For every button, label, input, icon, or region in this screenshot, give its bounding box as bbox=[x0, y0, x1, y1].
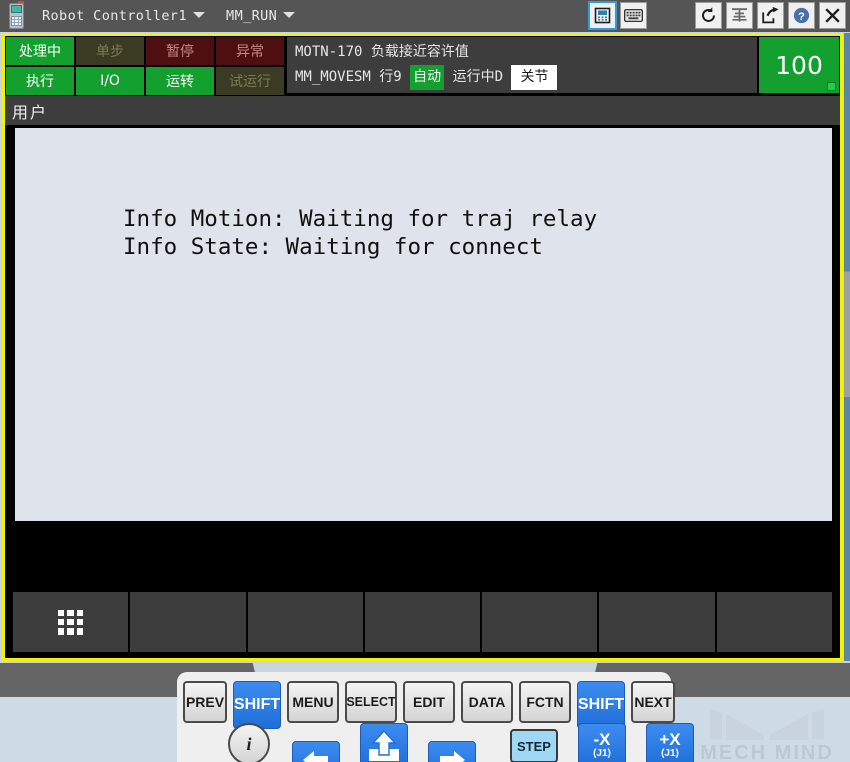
controller-name: Robot Controller1 bbox=[42, 8, 187, 24]
select-key[interactable]: SELECT bbox=[345, 681, 397, 723]
shift-right-key[interactable]: SHIFT bbox=[577, 681, 625, 729]
pendant-window: Robot Controller1 MM_RUN ? 处理中 单步 暂停 异常 … bbox=[0, 0, 850, 762]
next-key[interactable]: NEXT bbox=[631, 681, 675, 723]
status-zhixing: 执行 bbox=[6, 67, 74, 95]
controller-dropdown-caret-icon[interactable] bbox=[192, 12, 205, 18]
jog-plus-x-key[interactable]: +X (J1) bbox=[646, 723, 694, 762]
status-yichang: 异常 bbox=[216, 37, 284, 65]
arrow-right-key[interactable] bbox=[428, 741, 476, 762]
close-icon[interactable] bbox=[819, 2, 846, 29]
speed-override-badge[interactable]: 100 bbox=[759, 37, 839, 93]
status-yunzhuan: 运转 bbox=[146, 67, 214, 95]
jog-minus-x-key[interactable]: -X (J1) bbox=[578, 723, 626, 762]
coord-badge: 关节 bbox=[511, 65, 558, 90]
status-message-panel: MOTN-170 负载接近容许值 MM_MOVESM 行9 自动 运行中D 关节 bbox=[287, 37, 757, 93]
arrow-left-key[interactable] bbox=[292, 741, 340, 762]
jog-plus-x-axis: (J1) bbox=[661, 748, 679, 759]
softkey-7[interactable] bbox=[716, 592, 832, 652]
pendant-lower-body: MECH MIND PREV SHIFT MENU SELECT EDIT DA… bbox=[0, 663, 850, 762]
status-indicator-grid: 处理中 单步 暂停 异常 执行 I/O 运转 试运行 bbox=[5, 36, 285, 95]
alarm-message: MOTN-170 负载接近容许值 bbox=[295, 44, 469, 60]
jog-plus-x-label: +X bbox=[659, 730, 681, 749]
softkey-4[interactable] bbox=[364, 592, 481, 652]
mode-badge: 自动 bbox=[410, 65, 445, 90]
softkey-3[interactable] bbox=[247, 592, 363, 652]
help-icon[interactable]: ? bbox=[788, 2, 815, 29]
robot-antenna-icon[interactable] bbox=[726, 2, 753, 29]
title-bar: Robot Controller1 MM_RUN ? bbox=[0, 0, 850, 32]
softkey-bar bbox=[13, 592, 832, 652]
info-key[interactable]: i bbox=[228, 723, 270, 762]
arrow-up-icon bbox=[369, 729, 399, 761]
speed-value: 100 bbox=[775, 50, 823, 80]
keypad-panel: PREV SHIFT MENU SELECT EDIT DATA FCTN SH… bbox=[177, 672, 694, 762]
arrow-right-icon bbox=[440, 751, 465, 762]
speed-corner-icon bbox=[827, 82, 836, 91]
arrow-left-icon bbox=[303, 751, 328, 762]
teach-pendant-icon bbox=[4, 1, 30, 31]
program-status-line: MM_MOVESM 行9 自动 运行中D 关节 bbox=[295, 65, 757, 90]
arrow-up-key[interactable] bbox=[360, 723, 408, 762]
program-name: MM_RUN bbox=[226, 8, 278, 24]
status-io: I/O bbox=[76, 67, 144, 95]
softkey-grid-menu[interactable] bbox=[13, 592, 129, 652]
prev-key[interactable]: PREV bbox=[183, 681, 227, 723]
svg-text:?: ? bbox=[798, 11, 805, 23]
pendant-screen: 处理中 单步 暂停 异常 执行 I/O 运转 试运行 MOTN-170 负载接近… bbox=[2, 33, 843, 661]
fctn-key[interactable]: FCTN bbox=[519, 681, 571, 723]
program-dropdown-caret-icon[interactable] bbox=[283, 12, 296, 18]
status-bar: 处理中 单步 暂停 异常 执行 I/O 运转 试运行 MOTN-170 负载接近… bbox=[5, 36, 840, 95]
jog-minus-x-axis: (J1) bbox=[593, 748, 611, 759]
shift-left-key[interactable]: SHIFT bbox=[233, 681, 281, 729]
data-key[interactable]: DATA bbox=[461, 681, 513, 723]
status-chuliizhong: 处理中 bbox=[6, 37, 74, 65]
program-line-prefix: MM_MOVESM 行9 bbox=[295, 69, 402, 85]
external-link-icon[interactable] bbox=[757, 2, 784, 29]
window-title: Robot Controller1 MM_RUN bbox=[42, 8, 299, 24]
edit-key[interactable]: EDIT bbox=[403, 681, 455, 723]
step-key[interactable]: STEP bbox=[510, 729, 558, 762]
console-line: Info Motion: Waiting for traj relay bbox=[123, 206, 598, 232]
run-state: 运行中D bbox=[452, 69, 504, 85]
console-output-area: Info Motion: Waiting for traj relay Info… bbox=[15, 128, 832, 521]
console-line: Info State: Waiting for connect bbox=[123, 234, 543, 260]
grid-menu-icon bbox=[58, 609, 84, 635]
softkey-6[interactable] bbox=[599, 592, 715, 652]
menu-key[interactable]: MENU bbox=[287, 681, 339, 723]
keypad-row-1: PREV SHIFT MENU SELECT EDIT DATA FCTN SH… bbox=[183, 681, 675, 729]
softkey-5[interactable] bbox=[482, 592, 598, 652]
teach-pendant-view-icon[interactable] bbox=[588, 1, 617, 30]
status-shiyunxing: 试运行 bbox=[216, 67, 284, 95]
section-title-bar: 用户 bbox=[5, 96, 840, 125]
section-title: 用户 bbox=[12, 102, 49, 122]
right-edge-strip bbox=[844, 33, 850, 661]
titlebar-icon-group: ? bbox=[588, 1, 846, 30]
softkey-2[interactable] bbox=[130, 592, 246, 652]
status-zanting: 暂停 bbox=[146, 37, 214, 65]
keypad-row-2: i STEP -X (J1) +X (J1) bbox=[228, 723, 694, 762]
status-danbu: 单步 bbox=[76, 37, 144, 65]
refresh-icon[interactable] bbox=[695, 2, 722, 29]
jog-minus-x-label: -X bbox=[593, 730, 611, 749]
keyboard-icon[interactable] bbox=[620, 2, 647, 29]
